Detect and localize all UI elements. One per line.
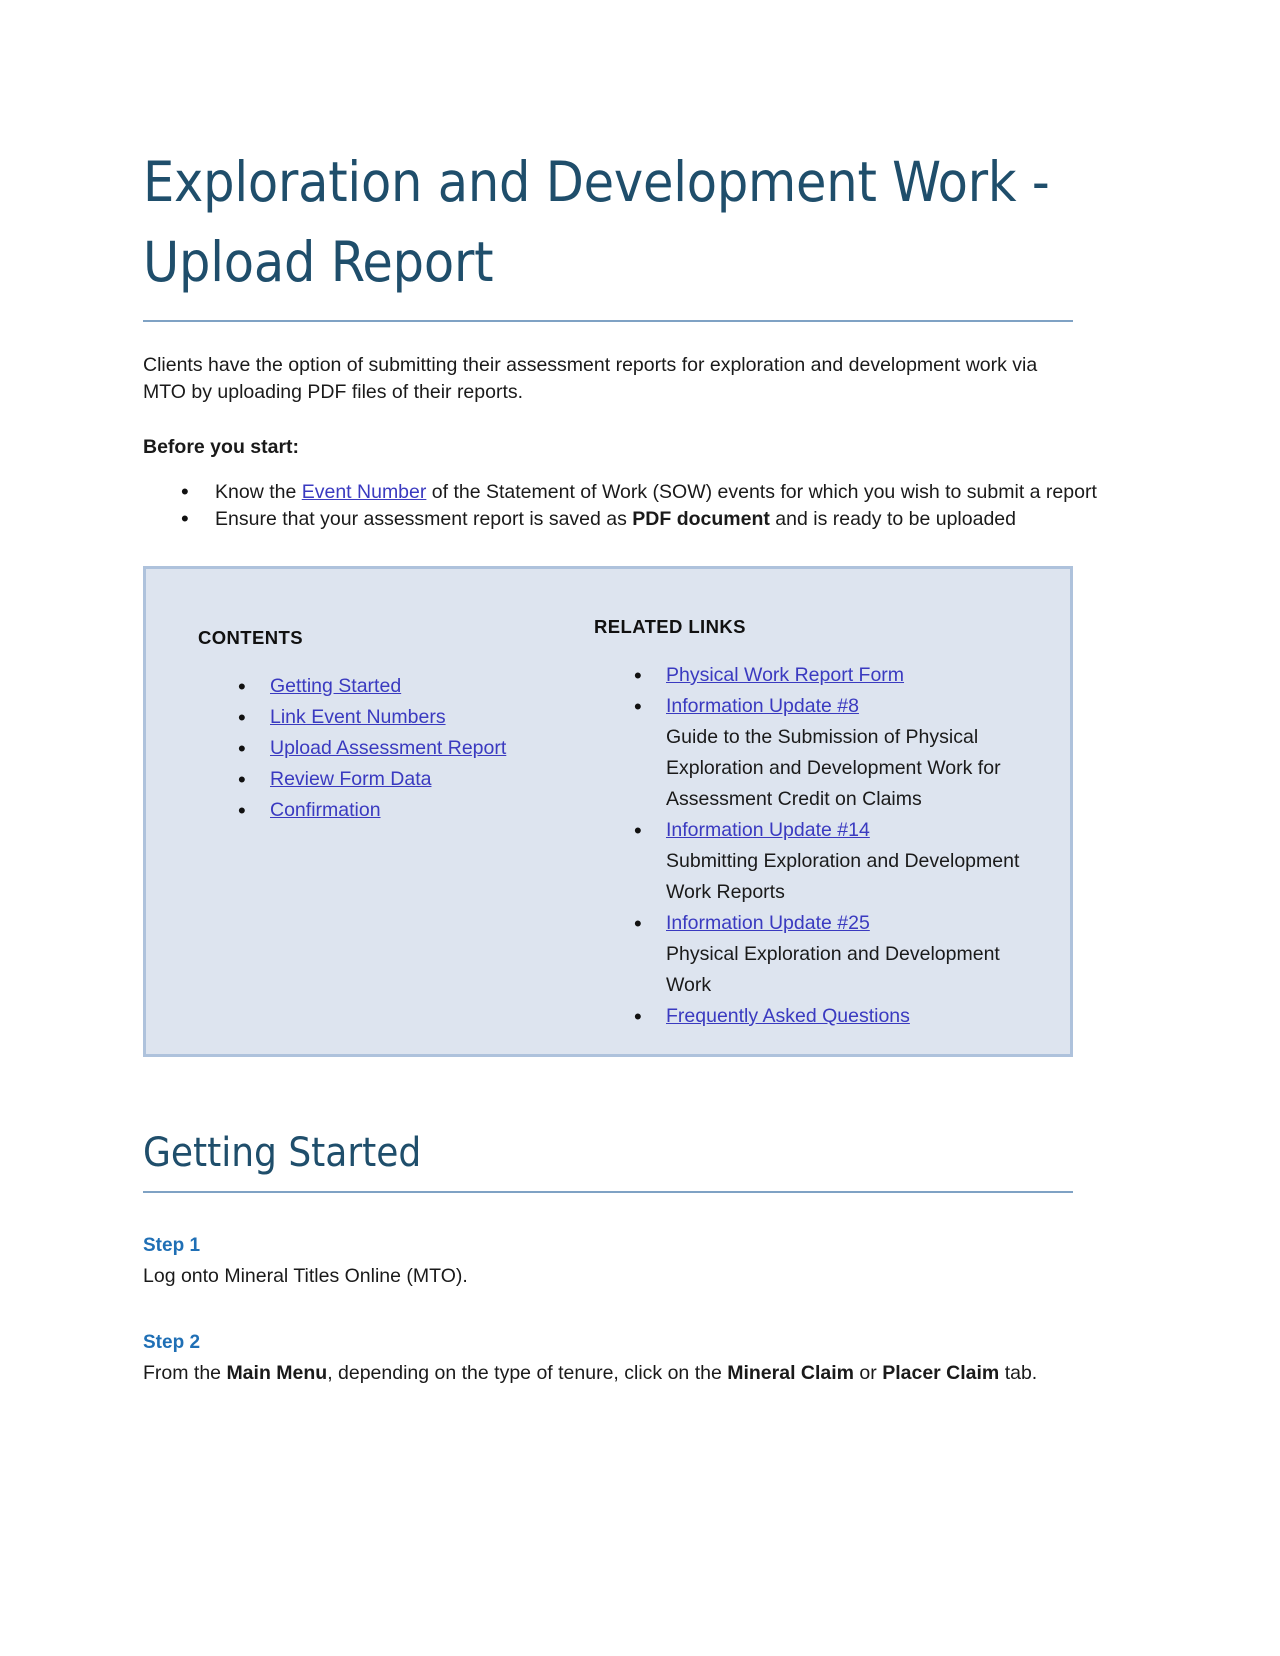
list-item: Information Update #14 Submitting Explora…: [594, 815, 1046, 908]
step-2-text-2: , depending on the type of tenure, click…: [327, 1362, 728, 1384]
step-2-text-1: From the: [143, 1362, 227, 1384]
before-you-start-label: Before you start:: [143, 436, 300, 458]
related-link-physical-work-report-form[interactable]: Physical Work Report Form: [666, 664, 904, 686]
contents-link-getting-started[interactable]: Getting Started: [270, 675, 401, 697]
step-1-label: Step 1: [143, 1235, 201, 1256]
main-menu-emphasis: Main Menu: [226, 1362, 328, 1384]
related-link-information-update-8[interactable]: Information Update #8: [666, 695, 859, 717]
contents-list: Getting Started Link Event Numbers Uploa…: [198, 671, 576, 826]
list-item: Getting Started: [198, 671, 576, 702]
event-number-link[interactable]: Event Number: [302, 481, 427, 503]
pdf-document-emphasis: PDF document: [632, 508, 770, 530]
prerequisites-list: Know the Event Number of the Statement o…: [143, 478, 1097, 533]
list-item: Confirmation: [198, 795, 576, 826]
related-link-description: Submitting Exploration and Development W…: [666, 850, 1020, 903]
callout-box: CONTENTS Getting Started Link Event Numb…: [143, 566, 1073, 1057]
list-item: Know the Event Number of the Statement o…: [143, 478, 1145, 506]
mineral-claim-emphasis: Mineral Claim: [727, 1362, 855, 1384]
intro-paragraph: Clients have the option of submitting th…: [143, 354, 1038, 403]
related-links-heading: RELATED LINKS: [594, 616, 746, 637]
list-item: Ensure that your assessment report is sa…: [143, 505, 1145, 533]
list-item: Information Update #25 Physical Explorati…: [594, 908, 1046, 1001]
contents-link-review-form-data[interactable]: Review Form Data: [270, 768, 431, 790]
related-link-description: Physical Exploration and Development Wor…: [666, 943, 1000, 996]
prereq-text-before: Know the: [215, 481, 302, 503]
related-link-description: Guide to the Submission of Physical Expl…: [666, 726, 1001, 810]
list-item: Physical Work Report Form: [594, 660, 1046, 691]
contents-link-upload-assessment-report[interactable]: Upload Assessment Report: [270, 737, 506, 759]
page-title: Exploration and Development Work - Uploa…: [143, 150, 1050, 294]
list-item: Frequently Asked Questions: [594, 1001, 1046, 1032]
step-2-text-3: or: [854, 1362, 883, 1384]
prereq2-text-before: Ensure that your assessment report is sa…: [215, 508, 633, 530]
step-2-text-4: tab.: [999, 1362, 1038, 1384]
title-divider: [143, 320, 1073, 322]
list-item: Upload Assessment Report: [198, 733, 576, 764]
document-page: Exploration and Development Work - Uploa…: [0, 0, 1280, 1656]
document-content: Exploration and Development Work - Uploa…: [143, 0, 1097, 1387]
contents-link-link-event-numbers[interactable]: Link Event Numbers: [270, 706, 446, 728]
related-link-information-update-25[interactable]: Information Update #25: [666, 912, 870, 934]
placer-claim-emphasis: Placer Claim: [882, 1362, 1000, 1384]
list-item: Information Update #8 Guide to the Submis…: [594, 691, 1046, 815]
list-item: Link Event Numbers: [198, 702, 576, 733]
related-links-column: RELATED LINKS Physical Work Report Form …: [576, 597, 1046, 1032]
contents-link-confirmation[interactable]: Confirmation: [270, 799, 381, 821]
related-links-list: Physical Work Report Form Information Up…: [594, 660, 1046, 1032]
step-2-text: From the Main Menu, depending on the typ…: [143, 1360, 1073, 1387]
section-divider: [143, 1191, 1073, 1193]
prereq2-text-after: and is ready to be uploaded: [769, 508, 1016, 530]
section-heading-getting-started: Getting Started: [143, 1130, 422, 1176]
step-1-text: Log onto Mineral Titles Online (MTO).: [143, 1265, 468, 1287]
related-link-frequently-asked-questions[interactable]: Frequently Asked Questions: [666, 1005, 910, 1027]
contents-column: CONTENTS Getting Started Link Event Numb…: [146, 597, 576, 826]
list-item: Review Form Data: [198, 764, 576, 795]
step-2-label: Step 2: [143, 1332, 201, 1353]
contents-heading: CONTENTS: [198, 627, 303, 648]
related-link-information-update-14[interactable]: Information Update #14: [666, 819, 870, 841]
prereq-text-after: of the Statement of Work (SOW) events fo…: [426, 481, 1097, 503]
